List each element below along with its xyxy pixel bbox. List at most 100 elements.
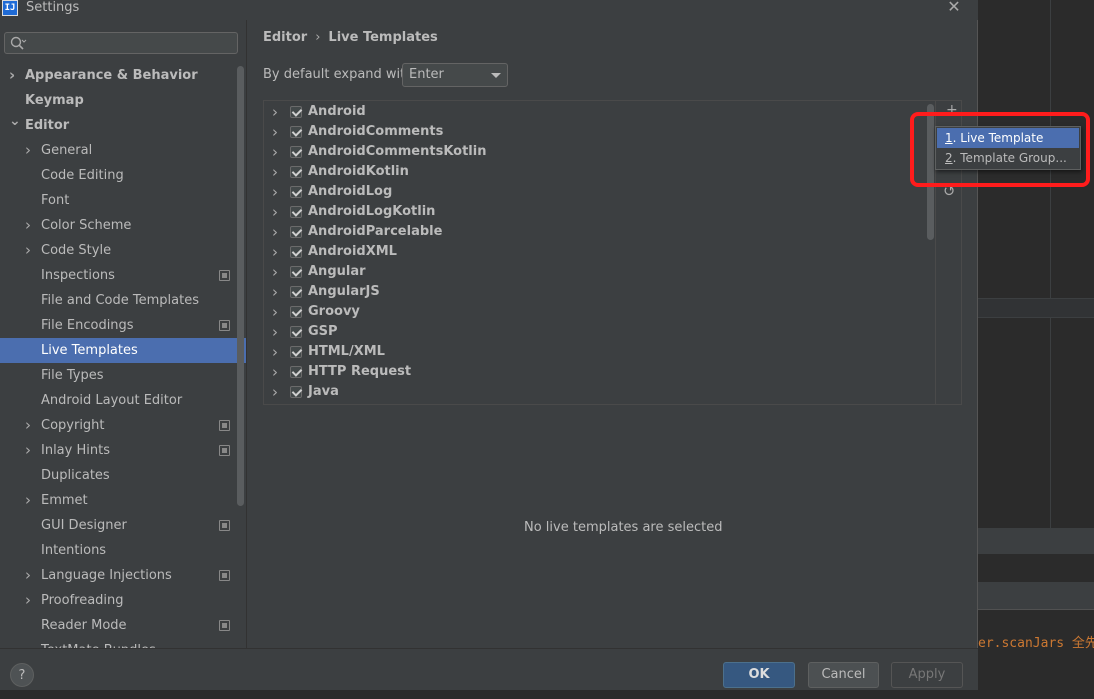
sidebar-item[interactable]: › Copyright bbox=[0, 413, 246, 438]
chevron-right-icon[interactable]: › bbox=[272, 102, 278, 122]
chevron-right-icon[interactable]: › bbox=[25, 488, 37, 513]
template-group-row[interactable]: › GSP bbox=[264, 322, 935, 342]
template-group-row[interactable]: › HTTP Request bbox=[264, 362, 935, 382]
template-group-checkbox[interactable] bbox=[290, 206, 302, 218]
chevron-right-icon[interactable]: › bbox=[272, 122, 278, 142]
template-group-checkbox[interactable] bbox=[290, 286, 302, 298]
template-group-checkbox[interactable] bbox=[290, 386, 302, 398]
template-group-checkbox[interactable] bbox=[290, 226, 302, 238]
template-group-checkbox[interactable] bbox=[290, 106, 302, 118]
template-group-row[interactable]: › AndroidLog bbox=[264, 182, 935, 202]
template-group-row[interactable]: › Groovy bbox=[264, 302, 935, 322]
template-group-row[interactable]: › HTML/XML bbox=[264, 342, 935, 362]
chevron-right-icon[interactable]: › bbox=[25, 238, 37, 263]
breadcrumb-parent[interactable]: Editor bbox=[263, 30, 307, 45]
template-group-checkbox[interactable] bbox=[290, 186, 302, 198]
chevron-right-icon[interactable]: › bbox=[272, 382, 278, 402]
apply-button[interactable]: Apply bbox=[891, 662, 963, 688]
sidebar-item[interactable]: Inspections bbox=[0, 263, 246, 288]
template-group-row[interactable]: › AndroidXML bbox=[264, 242, 935, 262]
chevron-right-icon[interactable]: › bbox=[272, 202, 278, 222]
breadcrumb-separator: › bbox=[315, 30, 321, 45]
chevron-right-icon[interactable]: › bbox=[272, 302, 278, 322]
sidebar-item[interactable]: ⌄ Editor bbox=[0, 113, 246, 138]
ok-button[interactable]: OK bbox=[723, 662, 795, 688]
template-group-checkbox[interactable] bbox=[290, 326, 302, 338]
sidebar-item-label: Duplicates bbox=[41, 468, 110, 483]
editor-gutter-line bbox=[1050, 0, 1051, 528]
sidebar-item[interactable]: Live Templates bbox=[0, 338, 246, 363]
chevron-right-icon[interactable]: › bbox=[25, 413, 37, 438]
annotation-highlight-box bbox=[910, 112, 1090, 187]
sidebar-item[interactable]: Android Layout Editor bbox=[0, 388, 246, 413]
help-button[interactable]: ? bbox=[10, 663, 34, 687]
expand-with-dropdown[interactable]: Enter bbox=[402, 63, 508, 87]
template-group-checkbox[interactable] bbox=[290, 306, 302, 318]
sidebar-item[interactable]: GUI Designer bbox=[0, 513, 246, 538]
search-field[interactable] bbox=[4, 32, 238, 54]
template-group-checkbox[interactable] bbox=[290, 246, 302, 258]
chevron-right-icon[interactable]: › bbox=[272, 242, 278, 262]
template-group-row[interactable]: › AndroidKotlin bbox=[264, 162, 935, 182]
sidebar-item[interactable]: › Proofreading bbox=[0, 588, 246, 613]
template-group-row[interactable]: › AndroidComments bbox=[264, 122, 935, 142]
template-group-row[interactable]: › AngularJS bbox=[264, 282, 935, 302]
chevron-right-icon[interactable]: › bbox=[25, 438, 37, 463]
chevron-right-icon[interactable]: › bbox=[272, 182, 278, 202]
chevron-right-icon[interactable]: › bbox=[272, 162, 278, 182]
close-icon[interactable]: ✕ bbox=[944, 0, 964, 18]
chevron-right-icon[interactable]: › bbox=[25, 563, 37, 588]
chevron-right-icon[interactable]: › bbox=[272, 262, 278, 282]
sidebar-item[interactable]: Duplicates bbox=[0, 463, 246, 488]
sidebar-item-label: File Types bbox=[41, 368, 104, 383]
sidebar-item[interactable]: File Types bbox=[0, 363, 246, 388]
template-group-row[interactable]: › AndroidParcelable bbox=[264, 222, 935, 242]
sidebar-item[interactable]: › General bbox=[0, 138, 246, 163]
sidebar-item[interactable]: File and Code Templates bbox=[0, 288, 246, 313]
template-group-checkbox[interactable] bbox=[290, 146, 302, 158]
sidebar-item-label: Live Templates bbox=[41, 343, 138, 358]
sidebar-item-label: Intentions bbox=[41, 543, 107, 558]
template-group-row[interactable]: › Angular bbox=[264, 262, 935, 282]
cancel-button[interactable]: Cancel bbox=[808, 662, 879, 688]
template-group-row[interactable]: › AndroidLogKotlin bbox=[264, 202, 935, 222]
search-input[interactable] bbox=[29, 34, 234, 52]
template-group-checkbox[interactable] bbox=[290, 366, 302, 378]
sidebar-item[interactable]: › Emmet bbox=[0, 488, 246, 513]
template-group-row[interactable]: › AndroidCommentsKotlin bbox=[264, 142, 935, 162]
template-group-row[interactable]: › Java bbox=[264, 382, 935, 402]
sidebar-item[interactable]: › Appearance & Behavior bbox=[0, 63, 246, 88]
sidebar-item[interactable]: › Color Scheme bbox=[0, 213, 246, 238]
chevron-right-icon[interactable]: › bbox=[25, 213, 37, 238]
sidebar-item-label: File and Code Templates bbox=[41, 293, 199, 308]
sidebar-item[interactable]: › Code Style bbox=[0, 238, 246, 263]
sidebar-item[interactable]: › Language Injections bbox=[0, 563, 246, 588]
chevron-right-icon[interactable]: › bbox=[272, 282, 278, 302]
sidebar-item-label: Color Scheme bbox=[41, 218, 132, 233]
sidebar-item[interactable]: Reader Mode bbox=[0, 613, 246, 638]
tool-window-header bbox=[978, 528, 1094, 554]
chevron-right-icon[interactable]: › bbox=[272, 342, 278, 362]
chevron-right-icon[interactable]: › bbox=[9, 63, 21, 88]
sidebar-item[interactable]: Font bbox=[0, 188, 246, 213]
sidebar-item[interactable]: › Inlay Hints bbox=[0, 438, 246, 463]
chevron-down-icon bbox=[491, 73, 501, 78]
sidebar-scrollbar[interactable] bbox=[237, 66, 244, 506]
sidebar-item[interactable]: File Encodings bbox=[0, 313, 246, 338]
chevron-down-icon[interactable]: ⌄ bbox=[9, 109, 21, 134]
chevron-right-icon[interactable]: › bbox=[272, 322, 278, 342]
template-group-row[interactable]: › Android bbox=[264, 102, 935, 122]
chevron-right-icon[interactable]: › bbox=[25, 588, 37, 613]
chevron-right-icon[interactable]: › bbox=[272, 222, 278, 242]
template-group-checkbox[interactable] bbox=[290, 166, 302, 178]
sidebar-item[interactable]: TextMate Bundles bbox=[0, 638, 246, 648]
sidebar-item[interactable]: Intentions bbox=[0, 538, 246, 563]
chevron-right-icon[interactable]: › bbox=[272, 362, 278, 382]
sidebar-item[interactable]: Keymap bbox=[0, 88, 246, 113]
chevron-right-icon[interactable]: › bbox=[25, 138, 37, 163]
template-group-checkbox[interactable] bbox=[290, 266, 302, 278]
sidebar-item[interactable]: Code Editing bbox=[0, 163, 246, 188]
chevron-right-icon[interactable]: › bbox=[272, 142, 278, 162]
template-group-checkbox[interactable] bbox=[290, 346, 302, 358]
template-group-checkbox[interactable] bbox=[290, 126, 302, 138]
